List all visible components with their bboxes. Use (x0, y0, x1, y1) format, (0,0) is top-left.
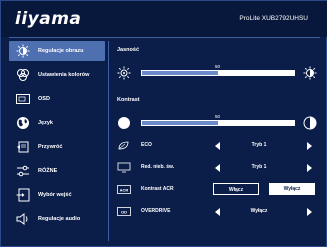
brightness-value: 50 (215, 64, 221, 69)
svg-text:OD: OD (121, 210, 127, 215)
sidebar-item-label: Ustawienia kolorów (38, 72, 90, 78)
sidebar-item-osd[interactable]: OSD (9, 89, 105, 109)
sidebar-divider (108, 41, 109, 241)
blue-light-label: Red. nieb. św. (141, 164, 175, 170)
contrast-value: 50 (215, 114, 221, 119)
brightness-track[interactable]: 50 (141, 64, 295, 76)
overdrive-prev-arrow[interactable] (215, 208, 220, 216)
globe-icon (14, 116, 32, 130)
contrast-track[interactable]: 50 (141, 114, 295, 126)
sidebar-item-label: Język (38, 120, 53, 126)
sidebar-item-label: OSD (38, 96, 50, 102)
eco-icon (117, 140, 131, 151)
sidebar-item-label: RÓŻNE (38, 168, 58, 174)
blue-light-next-arrow[interactable] (307, 164, 312, 172)
contrast-title: Kontrast (117, 97, 140, 103)
blue-light-value: Tryb 1 (251, 164, 267, 170)
sidebar-item-label: Przywróć (38, 144, 63, 150)
overdrive-value: Wyłącz (250, 208, 268, 214)
brightness-low-icon (117, 66, 131, 80)
contrast-slider-row[interactable]: 50 (117, 114, 317, 131)
speaker-icon (14, 212, 32, 226)
input-select-icon (14, 188, 32, 202)
svg-text:ACR: ACR (120, 188, 129, 193)
contrast-fill (142, 121, 218, 125)
model-name: ProLite XUB2792UHSU (239, 15, 308, 22)
color-settings-icon (14, 68, 32, 82)
sidebar-menu: Regulacje obrazu Ustawienia kolorów OSD … (9, 41, 105, 241)
acr-row: ACR Kontrast ACR Włącz Wyłącz (117, 183, 317, 197)
eco-row[interactable]: ECO Tryb 1 (117, 139, 317, 153)
sidebar-item-color-settings[interactable]: Ustawienia kolorów (9, 65, 105, 85)
sidebar-item-picture-adjust[interactable]: Regulacje obrazu (9, 41, 105, 61)
contrast-low-icon (117, 116, 131, 130)
overdrive-row[interactable]: OD OVERDRIVE Wyłącz (117, 205, 317, 219)
acr-on-button[interactable]: Włącz (213, 183, 259, 195)
recall-icon (14, 140, 32, 154)
brand-logo: iiyama (15, 9, 82, 29)
sliders-icon (14, 164, 32, 178)
brightness-slider-row[interactable]: 50 (117, 64, 317, 81)
sun-icon (14, 44, 32, 58)
sidebar-item-misc[interactable]: RÓŻNE (9, 161, 105, 181)
brightness-title: Jasność (117, 47, 140, 53)
contrast-high-icon (303, 116, 317, 130)
osd-icon (14, 92, 32, 106)
blue-light-prev-arrow[interactable] (215, 164, 220, 172)
sidebar-item-label: Regulacje obrazu (38, 48, 84, 54)
sidebar-item-input-select[interactable]: Wybór wejść (9, 185, 105, 205)
sidebar-item-language[interactable]: Język (9, 113, 105, 133)
sidebar-item-label: Regulacje audio (38, 216, 81, 222)
eco-prev-arrow[interactable] (215, 142, 220, 150)
overdrive-icon: OD (117, 206, 131, 217)
blue-light-icon (117, 162, 131, 173)
header-divider (9, 37, 320, 38)
eco-value: Tryb 1 (251, 142, 267, 148)
brightness-fill (142, 71, 218, 75)
osd-header: iiyama ProLite XUB2792UHSU (1, 1, 327, 37)
sidebar-item-label: Wybór wejść (38, 192, 72, 198)
acr-label: Kontrast ACR (141, 186, 174, 192)
eco-next-arrow[interactable] (307, 142, 312, 150)
brightness-high-icon (303, 66, 317, 80)
sidebar-item-recall[interactable]: Przywróć (9, 137, 105, 157)
overdrive-label: OVERDRIVE (141, 208, 171, 214)
acr-icon: ACR (117, 184, 131, 195)
eco-label: ECO (141, 142, 152, 148)
sidebar-item-audio[interactable]: Regulacje audio (9, 209, 105, 229)
osd-window: iiyama ProLite XUB2792UHSU Regulacje obr… (0, 0, 327, 247)
blue-light-row[interactable]: Red. nieb. św. Tryb 1 (117, 161, 317, 175)
overdrive-next-arrow[interactable] (307, 208, 312, 216)
acr-off-button[interactable]: Wyłącz (269, 183, 315, 195)
